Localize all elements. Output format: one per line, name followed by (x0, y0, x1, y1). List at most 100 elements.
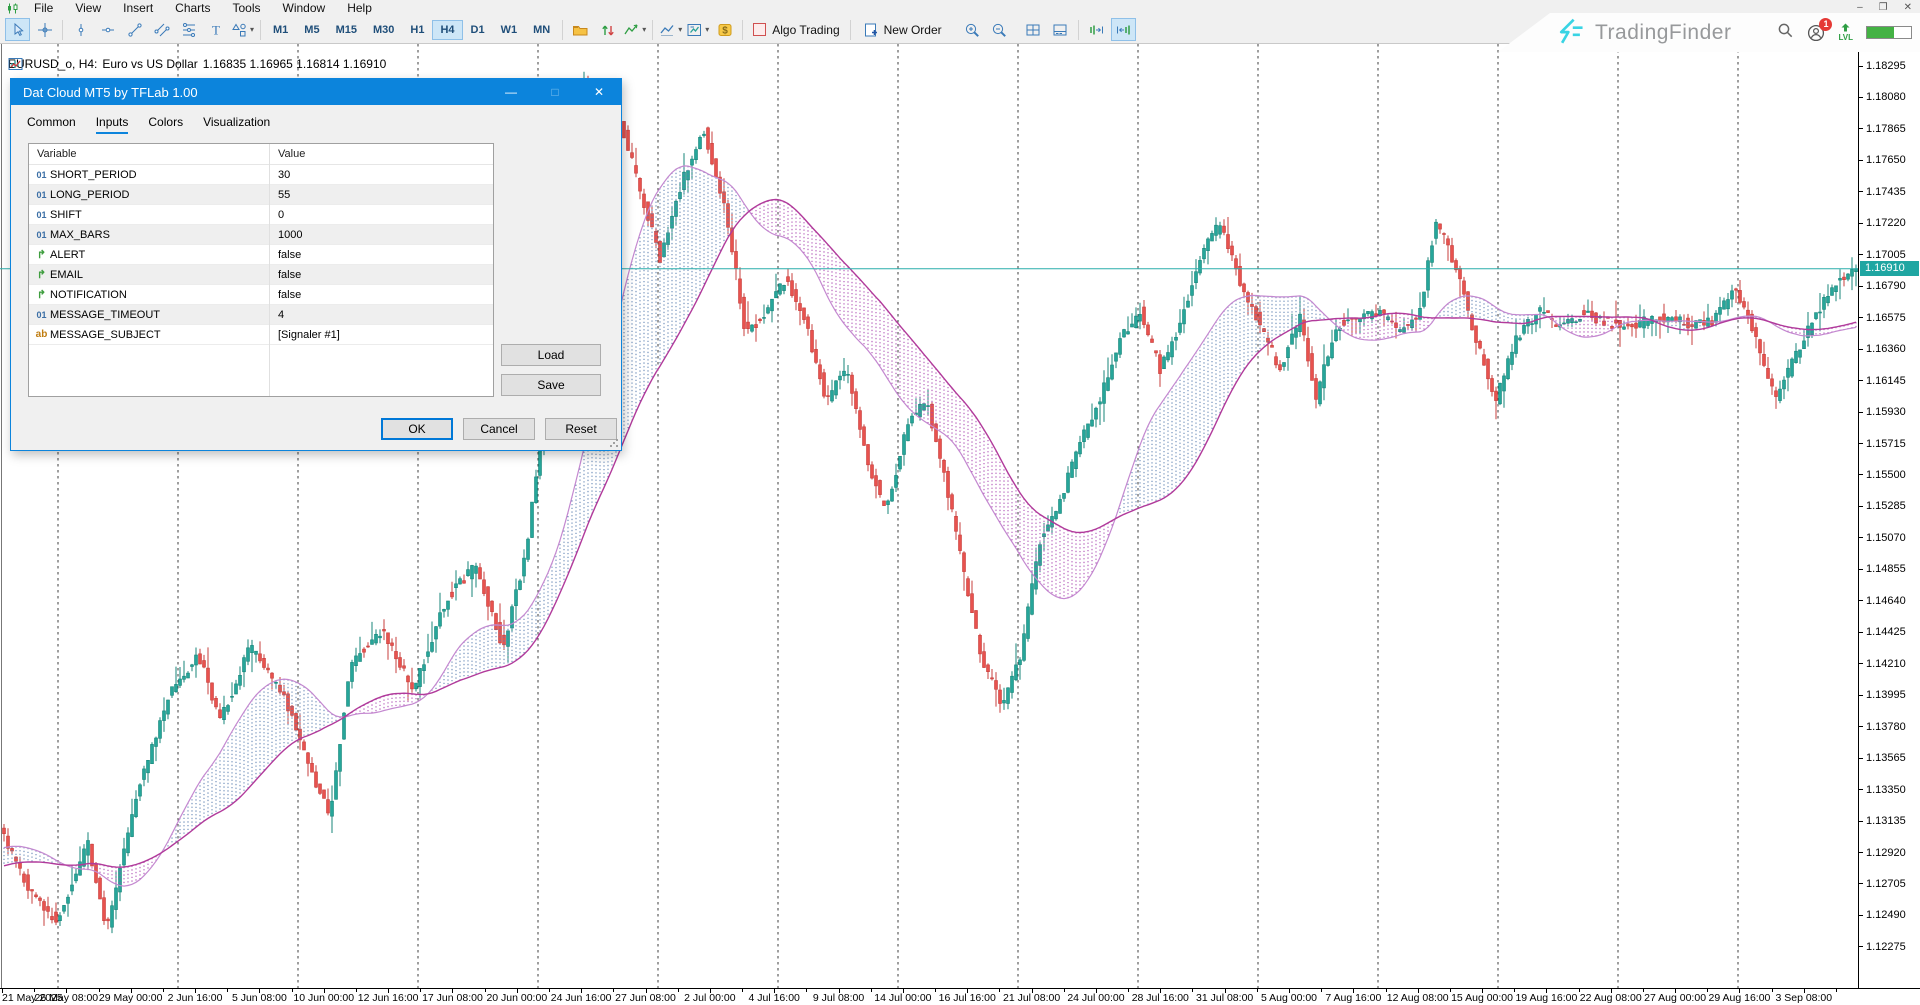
window-restore-button[interactable]: ❐ (1879, 1, 1888, 15)
time-tick (99, 989, 100, 992)
price-tick (1859, 254, 1863, 255)
dialog-tab-common[interactable]: Common (27, 115, 76, 134)
dialog-tab-visualization[interactable]: Visualization (203, 115, 270, 134)
dialog-maximize-button[interactable]: □ (533, 79, 577, 105)
parameters-table[interactable]: Variable Value 01SHORT_PERIOD3001LONG_PE… (28, 143, 494, 397)
deposit-button[interactable]: $ (712, 18, 737, 41)
param-value[interactable]: 30 (269, 169, 290, 181)
time-tick (1064, 989, 1065, 992)
resize-grip[interactable] (610, 439, 618, 447)
level-indicator[interactable]: LVL (1838, 23, 1853, 42)
menu-window[interactable]: Window (272, 1, 337, 15)
dialog-title-bar[interactable]: Dat Cloud MT5 by TFLab 1.00 — □ ✕ (11, 79, 621, 105)
window-minimize-button[interactable]: – (1857, 1, 1863, 15)
chart-template-button[interactable]: ▾ (685, 18, 710, 41)
chart-type-button[interactable]: ▾ (658, 18, 683, 41)
new-order-button[interactable]: New Order (855, 22, 950, 38)
ok-button[interactable]: OK (381, 418, 453, 440)
trendline-tool-button[interactable] (122, 18, 147, 41)
timeframe-m1[interactable]: M1 (265, 20, 296, 40)
param-row-alert[interactable]: ↱ALERTfalse (29, 245, 493, 265)
column-header-value: Value (269, 148, 305, 160)
time-label: 27 Jun 08:00 (612, 992, 680, 1004)
crosshair-tool-button[interactable] (32, 18, 57, 41)
bool-type-icon: ↱ (33, 268, 50, 281)
time-tick (195, 989, 196, 993)
param-row-max_bars[interactable]: 01MAX_BARS1000 (29, 225, 493, 245)
level-progress-fill (1867, 27, 1894, 38)
text-tool-button[interactable]: T (203, 18, 228, 41)
channel-tool-button[interactable] (149, 18, 174, 41)
param-value[interactable]: 1000 (269, 229, 302, 241)
dialog-tab-inputs[interactable]: Inputs (96, 115, 129, 134)
menu-items: FileViewInsertChartsToolsWindowHelp (23, 1, 383, 15)
timeframe-m30[interactable]: M30 (365, 20, 402, 40)
fibonacci-tool-button[interactable] (176, 18, 201, 41)
menu-tools[interactable]: Tools (222, 1, 272, 15)
timeframe-h4[interactable]: H4 (432, 20, 462, 40)
tick-arrows-button[interactable] (595, 18, 620, 41)
param-row-notification[interactable]: ↱NOTIFICATIONfalse (29, 285, 493, 305)
time-tick (1804, 989, 1805, 993)
zoom-out-button[interactable] (987, 18, 1012, 41)
tile-windows-button[interactable] (1021, 18, 1046, 41)
param-row-message_subject[interactable]: abMESSAGE_SUBJECT[Signaler #1] (29, 325, 493, 345)
dialog-close-button[interactable]: ✕ (577, 79, 621, 105)
profile-icon[interactable]: 1 (1807, 24, 1825, 42)
dialog-minimize-button[interactable]: — (489, 79, 533, 105)
menu-view[interactable]: View (64, 1, 112, 15)
timeframe-h1[interactable]: H1 (402, 20, 432, 40)
timeframe-w1[interactable]: W1 (493, 20, 526, 40)
symbol-description: Euro vs US Dollar (102, 57, 197, 71)
param-row-message_timeout[interactable]: 01MESSAGE_TIMEOUT4 (29, 305, 493, 325)
time-axis[interactable]: 21 May 202526 May 08:0029 May 00:002 Jun… (0, 988, 1920, 1005)
algo-trading-toggle[interactable]: Algo Trading (747, 23, 845, 37)
menu-insert[interactable]: Insert (112, 1, 164, 15)
indicator-dialog[interactable]: Dat Cloud MT5 by TFLab 1.00 — □ ✕ Common… (10, 78, 622, 451)
save-button[interactable]: Save (501, 374, 601, 396)
cancel-button[interactable]: Cancel (463, 418, 535, 440)
time-label: 22 Aug 08:00 (1577, 992, 1645, 1004)
time-tick (1225, 989, 1226, 993)
time-tick (1546, 989, 1547, 993)
bool-type-icon: ↱ (33, 248, 50, 261)
menu-charts[interactable]: Charts (164, 1, 221, 15)
timeframe-m15[interactable]: M15 (328, 20, 365, 40)
data-window-button[interactable] (1048, 18, 1073, 41)
param-value[interactable]: [Signaler #1] (269, 329, 340, 341)
timeframe-mn[interactable]: MN (525, 20, 558, 40)
scroll-to-end-button[interactable] (1084, 18, 1109, 41)
timeframe-d1[interactable]: D1 (463, 20, 493, 40)
reset-button[interactable]: Reset (545, 418, 617, 440)
window-close-button[interactable]: ✕ (1904, 1, 1912, 15)
zoom-in-button[interactable] (960, 18, 985, 41)
menu-help[interactable]: Help (336, 1, 383, 15)
dialog-tab-colors[interactable]: Colors (148, 115, 183, 134)
param-value[interactable]: false (269, 289, 301, 301)
bool-type-icon: ↱ (33, 288, 50, 301)
param-row-email[interactable]: ↱EMAILfalse (29, 265, 493, 285)
shapes-tool-button[interactable]: ▾ (230, 18, 255, 41)
time-label: 7 Aug 16:00 (1319, 992, 1387, 1004)
param-row-shift[interactable]: 01SHIFT0 (29, 205, 493, 225)
param-row-long_period[interactable]: 01LONG_PERIOD55 (29, 185, 493, 205)
param-value[interactable]: false (269, 269, 301, 281)
param-value[interactable]: 55 (269, 189, 290, 201)
price-axis[interactable]: 1.16910 1.182951.180801.178651.176501.17… (1858, 44, 1920, 988)
chart-shift-button[interactable] (1111, 18, 1136, 41)
param-value[interactable]: 4 (269, 309, 284, 321)
vertical-line-tool-button[interactable] (68, 18, 93, 41)
param-value[interactable]: false (269, 249, 301, 261)
timeframe-m5[interactable]: M5 (296, 20, 327, 40)
time-tick (1772, 989, 1773, 992)
time-label: 31 Jul 08:00 (1191, 992, 1259, 1004)
indicators-button[interactable]: ▾ (622, 18, 647, 41)
profiles-folder-button[interactable] (568, 18, 593, 41)
menu-file[interactable]: File (23, 1, 64, 15)
horizontal-line-tool-button[interactable] (95, 18, 120, 41)
param-value[interactable]: 0 (269, 209, 284, 221)
param-row-short_period[interactable]: 01SHORT_PERIOD30 (29, 165, 493, 185)
load-button[interactable]: Load (501, 344, 601, 366)
cursor-tool-button[interactable] (5, 18, 30, 41)
search-icon[interactable] (1777, 22, 1794, 44)
